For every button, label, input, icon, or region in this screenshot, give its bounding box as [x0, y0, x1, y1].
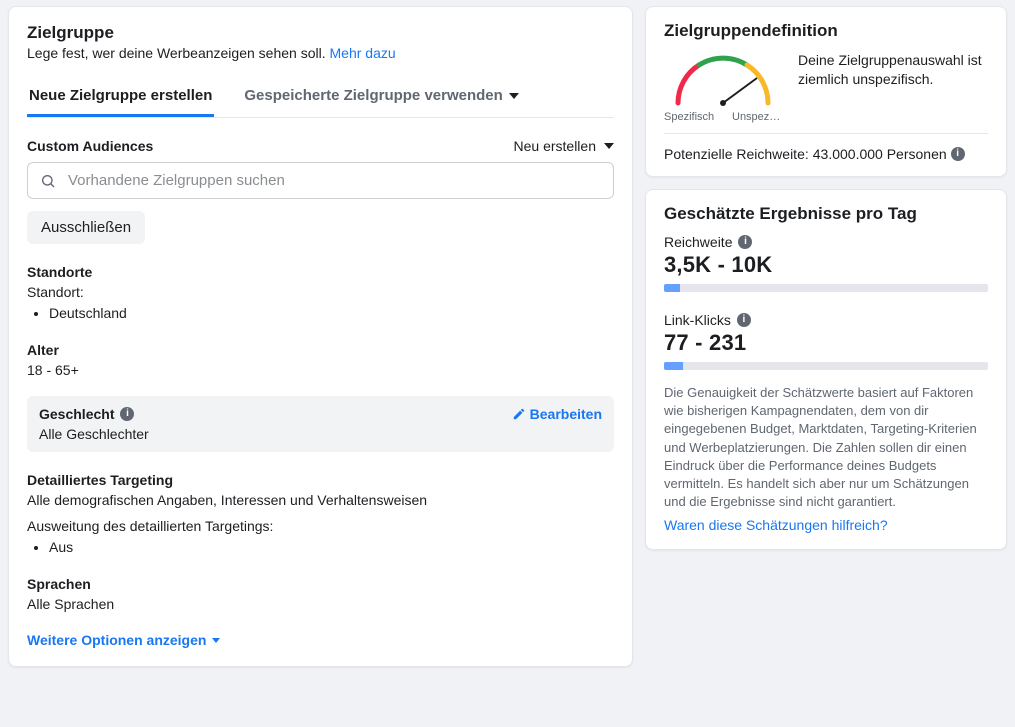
- edit-gender-button[interactable]: Bearbeiten: [512, 406, 602, 422]
- detailed-label: Detailliertes Targeting: [27, 472, 614, 488]
- detailed-ext-value: Aus: [49, 538, 614, 556]
- age-value: 18 - 65+: [27, 362, 614, 378]
- section-title: Zielgruppe: [27, 23, 614, 43]
- chevron-down-icon: [212, 638, 220, 643]
- custom-audiences-label: Custom Audiences: [27, 138, 153, 154]
- gender-label: Geschlecht: [39, 406, 114, 422]
- new-audience-label: Neu erstellen: [514, 138, 597, 154]
- audience-panel: Zielgruppe Lege fest, wer deine Werbeanz…: [8, 6, 633, 667]
- edit-label: Bearbeiten: [530, 406, 602, 422]
- reach-value: 43.000.000 Personen: [813, 146, 947, 162]
- estimates-footnote: Die Genauigkeit der Schätzwerte basiert …: [664, 384, 988, 511]
- search-icon: [40, 173, 56, 189]
- languages-value: Alle Sprachen: [27, 596, 614, 612]
- new-audience-button[interactable]: Neu erstellen: [514, 138, 615, 154]
- info-icon[interactable]: i: [738, 235, 752, 249]
- reach-bar-fill: [664, 284, 680, 292]
- potential-reach: Potenzielle Reichweite: 43.000.000 Perso…: [664, 146, 988, 162]
- more-options-button[interactable]: Weitere Optionen anzeigen: [27, 632, 614, 648]
- custom-audiences-block: Custom Audiences Neu erstellen Ausschlie…: [27, 138, 614, 244]
- definition-description: Deine Zielgruppenauswahl ist ziemlich un…: [798, 51, 988, 89]
- gauge-label-broad: Unspezifi…: [732, 111, 782, 123]
- reach-bar: [664, 284, 988, 292]
- tab-saved-label: Gespeicherte Zielgruppe verwenden: [244, 87, 502, 104]
- learn-more-link[interactable]: Mehr dazu: [330, 45, 396, 61]
- audience-definition-card: Zielgruppendefinition Spezifisch Unspezi…: [645, 6, 1007, 177]
- chevron-down-icon: [604, 143, 614, 149]
- clicks-bar: [664, 362, 988, 370]
- gender-value: Alle Geschlechter: [39, 426, 602, 442]
- locations-block: Standorte Standort: Deutschland: [27, 264, 614, 322]
- reach-label: Potenzielle Reichweite:: [664, 146, 809, 162]
- detailed-value: Alle demografischen Angaben, Interessen …: [27, 492, 614, 508]
- gauge-icon: [664, 51, 782, 111]
- audience-search-input[interactable]: [66, 171, 601, 190]
- languages-block: Sprachen Alle Sprachen: [27, 576, 614, 612]
- info-icon[interactable]: i: [120, 407, 134, 421]
- metric-reach-value: 3,5K - 10K: [664, 252, 988, 278]
- estimates-feedback-link[interactable]: Waren diese Schätzungen hilfreich?: [664, 517, 888, 533]
- tab-create-audience[interactable]: Neue Zielgruppe erstellen: [27, 79, 214, 117]
- subtitle-text: Lege fest, wer deine Werbeanzeigen sehen…: [27, 45, 326, 61]
- tabs: Neue Zielgruppe erstellen Gespeicherte Z…: [27, 79, 614, 118]
- reach-metric-text: Reichweite: [664, 234, 732, 250]
- detailed-targeting-block: Detailliertes Targeting Alle demografisc…: [27, 472, 614, 556]
- exclude-button[interactable]: Ausschließen: [27, 211, 145, 244]
- location-item: Deutschland: [49, 304, 614, 322]
- age-block: Alter 18 - 65+: [27, 342, 614, 378]
- definition-title: Zielgruppendefinition: [664, 21, 988, 41]
- estimates-title: Geschätzte Ergebnisse pro Tag: [664, 204, 988, 224]
- locations-label: Standorte: [27, 264, 614, 280]
- location-kind: Standort:: [27, 284, 614, 300]
- gauge-label-specific: Spezifisch: [664, 111, 714, 123]
- audience-search[interactable]: [27, 162, 614, 199]
- gender-block: Geschlecht i Bearbeiten Alle Geschlechte…: [27, 396, 614, 452]
- clicks-metric-text: Link-Klicks: [664, 312, 731, 328]
- pencil-icon: [512, 407, 526, 421]
- languages-label: Sprachen: [27, 576, 614, 592]
- tab-saved-audience[interactable]: Gespeicherte Zielgruppe verwenden: [242, 79, 520, 117]
- metric-clicks-label: Link-Klicks i: [664, 312, 988, 328]
- info-icon[interactable]: i: [951, 147, 965, 161]
- detailed-ext-label: Ausweitung des detaillierten Targetings:: [27, 518, 614, 534]
- chevron-down-icon: [509, 93, 519, 99]
- more-options-label: Weitere Optionen anzeigen: [27, 632, 206, 648]
- gauge: Spezifisch Unspezifi…: [664, 51, 782, 121]
- metric-reach-label: Reichweite i: [664, 234, 988, 250]
- info-icon[interactable]: i: [737, 313, 751, 327]
- metric-clicks-value: 77 - 231: [664, 330, 988, 356]
- daily-estimates-card: Geschätzte Ergebnisse pro Tag Reichweite…: [645, 189, 1007, 550]
- age-label: Alter: [27, 342, 614, 358]
- section-subtitle: Lege fest, wer deine Werbeanzeigen sehen…: [27, 45, 614, 61]
- clicks-bar-fill: [664, 362, 683, 370]
